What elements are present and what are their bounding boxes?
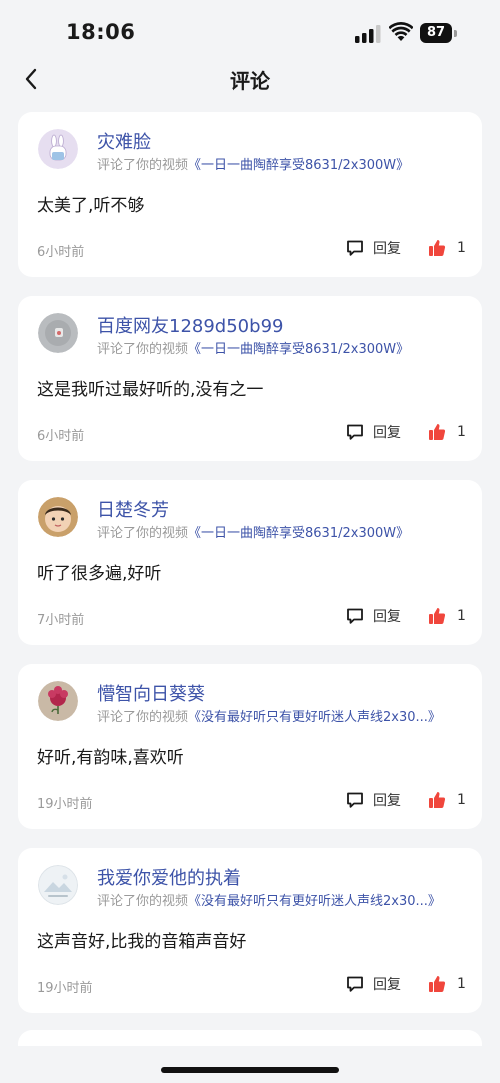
meta-prefix: 评论了你的视频: [97, 894, 189, 909]
comment-text: 这声音好,比我的音箱声音好: [37, 932, 247, 952]
like-count: 1: [457, 792, 466, 808]
reply-button[interactable]: 回复: [346, 606, 401, 626]
comment-meta: 评论了你的视频《一日一曲陶醉享受8631/2x300W》: [97, 522, 477, 541]
comment-time: 19小时前: [37, 981, 93, 996]
comment-text: 好听,有韵味,喜欢听: [37, 748, 184, 768]
comment-card[interactable]: 我爱你爱他的执着 评论了你的视频《没有最好听只有更好听迷人声线2x30...》 …: [18, 848, 482, 1013]
wifi-icon: [389, 22, 413, 41]
comment-bubble-icon: [347, 792, 363, 808]
comment-meta: 评论了你的视频《没有最好听只有更好听迷人声线2x30...》: [97, 890, 477, 909]
comment-author[interactable]: 灾难脸: [97, 128, 151, 154]
comment-author[interactable]: 我爱你爱他的执着: [97, 864, 241, 890]
thumbs-up-icon: [429, 424, 446, 440]
reply-label: 回复: [373, 977, 401, 993]
meta-prefix: 评论了你的视频: [97, 342, 189, 357]
avatar[interactable]: [38, 497, 78, 537]
video-title-link[interactable]: 《一日一曲陶醉享受8631/2x300W》: [188, 342, 409, 357]
video-title-link[interactable]: 《一日一曲陶醉享受8631/2x300W》: [188, 526, 409, 541]
status-bar: 18:06 87: [0, 0, 500, 62]
thumbs-up-icon: [429, 240, 446, 256]
like-button[interactable]: 1: [428, 606, 466, 626]
comment-bubble-icon: [347, 424, 363, 440]
meta-prefix: 评论了你的视频: [97, 158, 189, 173]
reply-button[interactable]: 回复: [346, 238, 401, 258]
bottom-area: [0, 1046, 500, 1083]
like-button[interactable]: 1: [428, 974, 466, 994]
comment-card[interactable]: 日楚冬芳 评论了你的视频《一日一曲陶醉享受8631/2x300W》 听了很多遍,…: [18, 480, 482, 645]
reply-button[interactable]: 回复: [346, 974, 401, 994]
comment-meta: 评论了你的视频《没有最好听只有更好听迷人声线2x30...》: [97, 706, 477, 725]
comment-meta: 评论了你的视频《一日一曲陶醉享受8631/2x300W》: [97, 154, 477, 173]
comment-author[interactable]: 懵智向日葵葵: [97, 680, 205, 706]
meta-prefix: 评论了你的视频: [97, 710, 189, 725]
battery-icon: 87: [420, 23, 458, 43]
cellular-signal-icon: [355, 25, 381, 43]
like-button[interactable]: 1: [428, 422, 466, 442]
status-time: 18:06: [66, 20, 136, 44]
reply-button[interactable]: 回复: [346, 790, 401, 810]
avatar[interactable]: [38, 129, 78, 169]
comment-text: 听了很多遍,好听: [37, 564, 162, 584]
reply-button[interactable]: 回复: [346, 422, 401, 442]
comment-author[interactable]: 日楚冬芳: [97, 496, 169, 522]
comment-text: 太美了,听不够: [37, 196, 145, 216]
comment-bubble-icon: [347, 976, 363, 992]
comment-author[interactable]: 百度网友1289d50b99: [97, 312, 283, 338]
comment-time: 19小时前: [37, 797, 93, 812]
comment-time: 7小时前: [37, 613, 85, 628]
video-title-link[interactable]: 《没有最好听只有更好听迷人声线2x30...》: [188, 894, 441, 909]
comment-card[interactable]: 百度网友1289d50b99 评论了你的视频《一日一曲陶醉享受8631/2x30…: [18, 296, 482, 461]
reply-label: 回复: [373, 241, 401, 257]
like-count: 1: [457, 976, 466, 992]
thumbs-up-icon: [429, 792, 446, 808]
thumbs-up-icon: [429, 608, 446, 624]
thumbs-up-icon: [429, 976, 446, 992]
like-count: 1: [457, 608, 466, 624]
comment-time: 6小时前: [37, 429, 85, 444]
like-button[interactable]: 1: [428, 790, 466, 810]
comment-bubble-icon: [347, 608, 363, 624]
avatar[interactable]: [38, 865, 78, 905]
reply-label: 回复: [373, 793, 401, 809]
comment-text: 这是我听过最好听的,没有之一: [37, 380, 264, 400]
comment-card[interactable]: 懵智向日葵葵 评论了你的视频《没有最好听只有更好听迷人声线2x30...》 好听…: [18, 664, 482, 829]
battery-level: 87: [426, 25, 446, 40]
reply-label: 回复: [373, 425, 401, 441]
meta-prefix: 评论了你的视频: [97, 526, 189, 541]
avatar[interactable]: [38, 313, 78, 353]
like-button[interactable]: 1: [428, 238, 466, 258]
nav-bar: 评论: [0, 62, 500, 96]
video-title-link[interactable]: 《一日一曲陶醉享受8631/2x300W》: [188, 158, 409, 173]
comment-meta: 评论了你的视频《一日一曲陶醉享受8631/2x300W》: [97, 338, 477, 357]
comment-bubble-icon: [347, 240, 363, 256]
avatar[interactable]: [38, 681, 78, 721]
comment-list: 灾难脸 评论了你的视频《一日一曲陶醉享受8631/2x300W》 太美了,听不够…: [18, 112, 482, 1032]
comment-time: 6小时前: [37, 245, 85, 260]
comment-card[interactable]: 灾难脸 评论了你的视频《一日一曲陶醉享受8631/2x300W》 太美了,听不够…: [18, 112, 482, 277]
comment-card-partial: [18, 1030, 482, 1046]
like-count: 1: [457, 240, 466, 256]
reply-label: 回复: [373, 609, 401, 625]
home-indicator[interactable]: [161, 1067, 339, 1073]
page-title: 评论: [230, 69, 270, 93]
video-title-link[interactable]: 《没有最好听只有更好听迷人声线2x30...》: [188, 710, 441, 725]
like-count: 1: [457, 424, 466, 440]
